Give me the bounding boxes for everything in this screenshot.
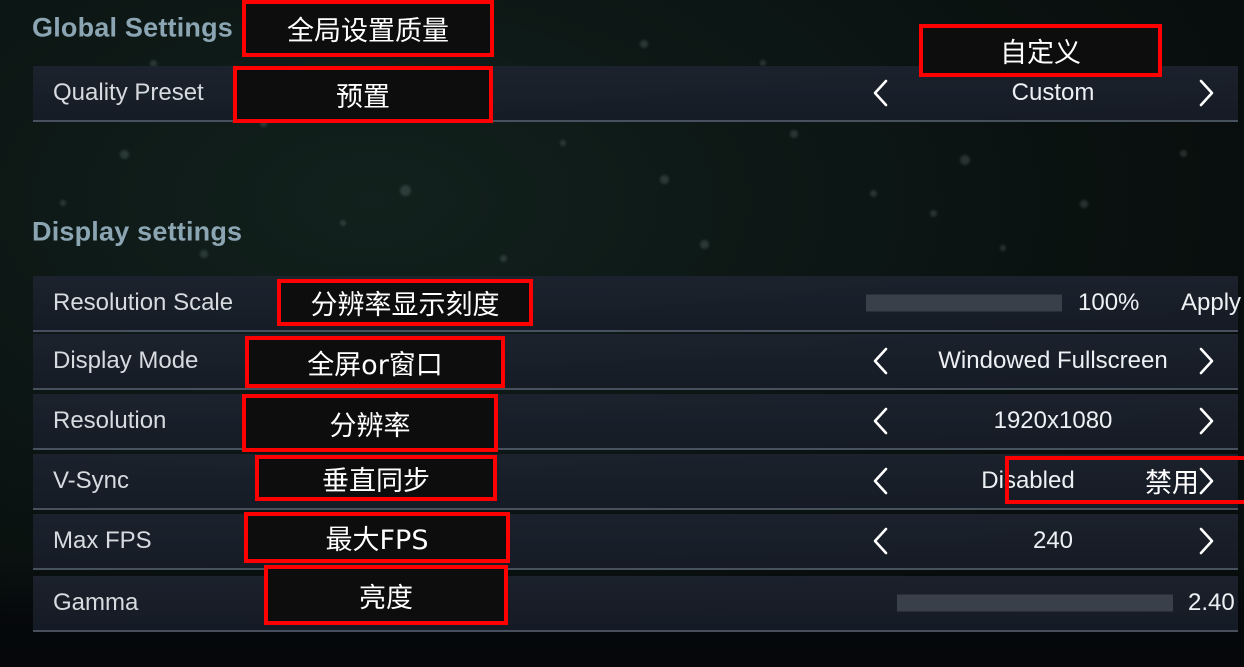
settings-row-resolution[interactable]: Resolution 1920x1080 bbox=[33, 394, 1238, 450]
chevron-right-icon[interactable] bbox=[1193, 524, 1219, 558]
annotation-global-settings-quality: 全局设置质量 bbox=[242, 0, 494, 57]
chevron-right-icon[interactable] bbox=[1193, 344, 1219, 378]
row-label-max-fps: Max FPS bbox=[53, 527, 152, 554]
row-label-v-sync: V-Sync bbox=[53, 467, 130, 494]
annotation-v-sync: 垂直同步 bbox=[255, 455, 497, 501]
annotation-max-fps: 最大FPS bbox=[244, 512, 510, 563]
chevron-left-icon[interactable] bbox=[868, 524, 894, 558]
row-label-display-mode: Display Mode bbox=[53, 347, 199, 374]
row-value-resolution: 1920x1080 bbox=[993, 407, 1113, 434]
row-value-resolution-scale: 100% bbox=[1078, 289, 1140, 316]
gamma-slider[interactable] bbox=[897, 594, 1173, 612]
row-label-resolution-scale: Resolution Scale bbox=[53, 289, 234, 316]
chevron-left-icon[interactable] bbox=[868, 76, 894, 110]
annotation-preset: 预置 bbox=[233, 66, 493, 123]
row-label-gamma: Gamma bbox=[53, 589, 139, 616]
settings-row-resolution-scale[interactable]: Resolution Scale 100% Apply bbox=[33, 276, 1241, 332]
settings-row-max-fps[interactable]: Max FPS 240 bbox=[33, 514, 1238, 570]
row-value-max-fps: 240 bbox=[1032, 527, 1074, 554]
section-title-global-settings: Global Settings bbox=[32, 12, 234, 43]
row-value-gamma: 2.40 bbox=[1188, 589, 1235, 616]
chevron-left-icon[interactable] bbox=[868, 404, 894, 438]
chevron-right-icon[interactable] bbox=[1193, 76, 1219, 110]
annotation-custom: 自定义 bbox=[919, 24, 1162, 77]
annotation-resolution: 分辨率 bbox=[242, 394, 498, 452]
annotation-gamma: 亮度 bbox=[264, 565, 508, 625]
chevron-left-icon[interactable] bbox=[868, 344, 894, 378]
apply-button[interactable]: Apply bbox=[1181, 289, 1241, 317]
row-value-display-mode: Windowed Fullscreen bbox=[938, 347, 1168, 374]
annotation-display-mode: 全屏or窗口 bbox=[245, 336, 505, 388]
annotation-v-sync-disabled: 禁用 bbox=[1005, 456, 1244, 504]
resolution-scale-slider[interactable] bbox=[866, 294, 1062, 312]
settings-row-display-mode[interactable]: Display Mode Windowed Fullscreen bbox=[33, 334, 1238, 390]
row-value-quality-preset: Custom bbox=[1011, 79, 1095, 106]
row-label-resolution: Resolution bbox=[53, 407, 167, 434]
chevron-right-icon[interactable] bbox=[1193, 404, 1219, 438]
section-title-display-settings: Display settings bbox=[32, 216, 243, 247]
row-label-quality-preset: Quality Preset bbox=[53, 79, 204, 106]
settings-row-gamma[interactable]: Gamma 2.40 bbox=[33, 576, 1238, 632]
annotation-resolution-scale: 分辨率显示刻度 bbox=[277, 279, 533, 326]
